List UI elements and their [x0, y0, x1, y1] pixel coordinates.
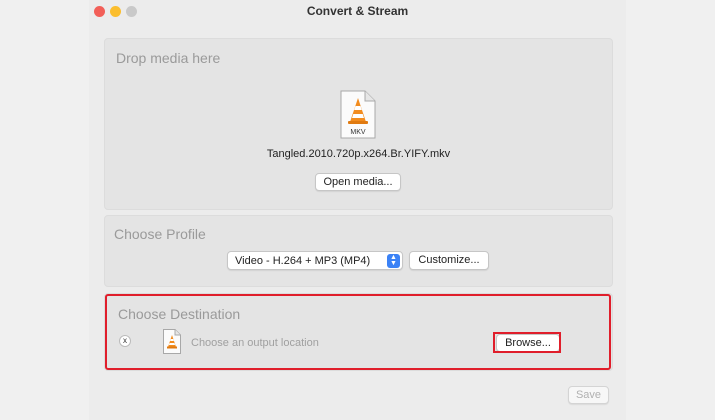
title-bar: Convert & Stream — [89, 0, 626, 22]
open-media-button[interactable]: Open media... — [315, 173, 401, 191]
mkv-label: MKV — [350, 129, 366, 136]
choose-profile-title: Choose Profile — [114, 226, 206, 242]
choose-profile-panel: Choose Profile Video - H.264 + MP3 (MP4)… — [104, 215, 613, 287]
chevron-updown-icon: ▲ ▼ — [387, 254, 400, 268]
drop-media-title: Drop media here — [116, 50, 221, 66]
profile-select-value: Video - H.264 + MP3 (MP4) — [235, 255, 371, 267]
browse-highlight-frame — [493, 332, 561, 353]
media-file-name: Tangled.2010.720p.x264.Br.YIFY.mkv — [266, 148, 451, 160]
profile-select[interactable]: Video - H.264 + MP3 (MP4) ▲ ▼ — [227, 251, 403, 270]
mkv-file-icon: MKV — [340, 90, 376, 139]
save-button[interactable]: Save — [568, 386, 609, 404]
customize-button[interactable]: Customize... — [409, 251, 489, 270]
convert-stream-window: Convert & Stream Drop media here MKV Tan… — [89, 0, 626, 420]
window-title: Convert & Stream — [306, 4, 409, 18]
drop-media-panel[interactable]: Drop media here MKV Tangled.2010.720p.x2… — [104, 38, 613, 210]
